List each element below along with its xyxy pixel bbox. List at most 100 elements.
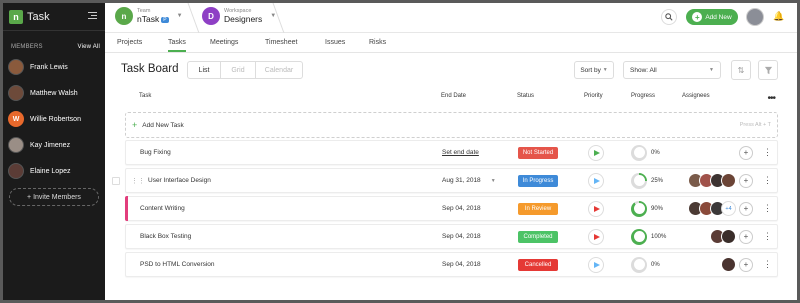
view-grid-button[interactable]: Grid (221, 62, 256, 78)
more-options-icon[interactable]: ⋮ (763, 175, 772, 186)
view-list-button[interactable]: List (188, 62, 221, 78)
table-row[interactable]: Content Writing Sep 04, 2018 In Review 90% +… (125, 196, 778, 221)
search-icon[interactable] (661, 9, 677, 25)
end-date-cell[interactable]: Sep 04, 2018 (442, 253, 481, 276)
sidebar-member[interactable]: Matthew Walsh (3, 80, 105, 106)
chevron-down-icon[interactable]: ▼ (177, 13, 183, 19)
avatar[interactable] (721, 173, 736, 188)
end-date-cell[interactable]: Sep 04, 2018 (442, 225, 481, 248)
progress-cell[interactable]: 0% (631, 141, 660, 164)
more-options-icon[interactable]: ••• (767, 93, 775, 104)
team-selector[interactable]: n Team nTask P ▼ (115, 7, 183, 25)
progress-cell[interactable]: 0% (631, 253, 660, 276)
status-badge[interactable]: Cancelled (518, 258, 558, 271)
status-badge[interactable]: In Progress (518, 174, 558, 187)
priority-button[interactable] (588, 144, 604, 161)
tab-tasks[interactable]: Tasks (168, 39, 186, 52)
chevron-down-icon[interactable]: ▼ (491, 178, 496, 184)
status-cell[interactable]: In Review (518, 197, 558, 220)
end-date-cell[interactable]: Set end date (442, 141, 479, 164)
task-cell[interactable]: PSD to HTML Conversion (140, 253, 215, 276)
status-cell[interactable]: Cancelled (518, 253, 558, 276)
task-cell[interactable]: Content Writing (140, 197, 185, 220)
more-options-icon[interactable]: ⋮ (763, 147, 772, 158)
task-cell[interactable]: Bug Fixing (140, 141, 171, 164)
brand[interactable]: n Task (3, 3, 105, 31)
more-options-icon[interactable]: ⋮ (763, 259, 772, 270)
add-assignee-button[interactable]: + (739, 145, 753, 160)
column-assignees[interactable]: Assignees (682, 93, 710, 99)
add-assignee-button[interactable]: + (739, 257, 753, 272)
task-cell[interactable]: ⋮⋮ User Interface Design (131, 169, 211, 192)
view-calendar-button[interactable]: Calendar (256, 62, 302, 78)
menu-toggle-icon[interactable] (88, 12, 97, 20)
tab-projects[interactable]: Projects (117, 39, 142, 46)
table-row[interactable]: ⋮⋮ User Interface Design Aug 31, 2018 ▼ In P… (112, 168, 778, 193)
priority-cell[interactable] (588, 197, 604, 220)
invite-members-button[interactable]: + Invite Members (9, 188, 99, 206)
progress-cell[interactable]: 100% (631, 225, 666, 248)
task-name: Content Writing (140, 205, 185, 212)
column-priority[interactable]: Priority (584, 93, 603, 99)
status-cell[interactable]: In Progress (518, 169, 558, 192)
progress-cell[interactable]: 25% (631, 169, 663, 192)
table-row[interactable]: PSD to HTML Conversion Sep 04, 2018 Cancel… (125, 252, 778, 277)
tab-issues[interactable]: Issues (325, 39, 345, 46)
column-status[interactable]: Status (517, 93, 534, 99)
row-checkbox[interactable] (112, 177, 120, 185)
sidebar-member[interactable]: Kay Jimenez (3, 132, 105, 158)
priority-cell[interactable] (588, 253, 604, 276)
add-new-task-row[interactable]: + Add New Task Press Alt + T (125, 112, 778, 138)
show-filter-dropdown[interactable]: Show: All ▼ (623, 61, 721, 79)
priority-cell[interactable] (588, 169, 604, 192)
priority-button[interactable] (588, 256, 604, 273)
sidebar-member[interactable]: W Willie Robertson (3, 106, 105, 132)
row-menu[interactable]: ⋮ (763, 197, 772, 220)
sidebar-member[interactable]: Frank Lewis (3, 54, 105, 80)
add-assignee-button[interactable]: + (739, 173, 753, 188)
table-row[interactable]: Bug Fixing Set end date Not Started 0% + ⋮ (125, 140, 778, 165)
status-badge[interactable]: Not Started (518, 146, 558, 159)
avatar[interactable] (721, 257, 736, 272)
filter-icon[interactable] (758, 60, 778, 80)
table-row[interactable]: Black Box Testing Sep 04, 2018 Completed 10… (125, 224, 778, 249)
status-badge[interactable]: In Review (518, 202, 558, 215)
status-cell[interactable]: Completed (518, 225, 558, 248)
tab-meetings[interactable]: Meetings (210, 39, 238, 46)
drag-handle-icon[interactable]: ⋮⋮ (131, 177, 145, 185)
row-menu[interactable]: ⋮ (763, 225, 772, 248)
priority-cell[interactable] (588, 225, 604, 248)
row-menu[interactable]: ⋮ (763, 169, 772, 192)
view-all-link[interactable]: View All (77, 44, 100, 50)
user-avatar[interactable] (746, 8, 764, 26)
row-menu[interactable]: ⋮ (763, 253, 772, 276)
priority-button[interactable] (588, 200, 604, 217)
more-options-icon[interactable]: ⋮ (763, 231, 772, 242)
priority-cell[interactable] (588, 141, 604, 164)
workspace-selector[interactable]: D Workspace Designers ▼ (202, 7, 276, 25)
end-date-cell[interactable]: Aug 31, 2018 ▼ (442, 169, 496, 192)
column-progress[interactable]: Progress (631, 93, 655, 99)
add-assignee-button[interactable]: + (739, 201, 753, 216)
row-menu[interactable]: ⋮ (763, 141, 772, 164)
end-date-cell[interactable]: Sep 04, 2018 (442, 197, 481, 220)
priority-button[interactable] (588, 172, 604, 189)
progress-cell[interactable]: 90% (631, 197, 663, 220)
tab-risks[interactable]: Risks (369, 39, 386, 46)
add-new-button[interactable]: + Add New (686, 9, 738, 25)
tab-timesheet[interactable]: Timesheet (265, 39, 297, 46)
sort-by-dropdown[interactable]: Sort by ▼ (574, 61, 614, 79)
more-options-icon[interactable]: ⋮ (763, 203, 772, 214)
avatar[interactable] (721, 229, 736, 244)
priority-button[interactable] (588, 228, 604, 245)
column-task[interactable]: Task (139, 93, 151, 99)
column-end-date[interactable]: End Date (441, 93, 466, 99)
add-assignee-button[interactable]: + (739, 229, 753, 244)
sort-order-icon[interactable]: ⇅ (731, 60, 751, 80)
sidebar-member[interactable]: Elaine Lopez (3, 158, 105, 184)
task-cell[interactable]: Black Box Testing (140, 225, 191, 248)
more-assignees-badge[interactable]: +4 (721, 201, 736, 216)
status-badge[interactable]: Completed (518, 230, 558, 243)
bell-icon[interactable]: 🔔 (773, 11, 784, 22)
status-cell[interactable]: Not Started (518, 141, 558, 164)
